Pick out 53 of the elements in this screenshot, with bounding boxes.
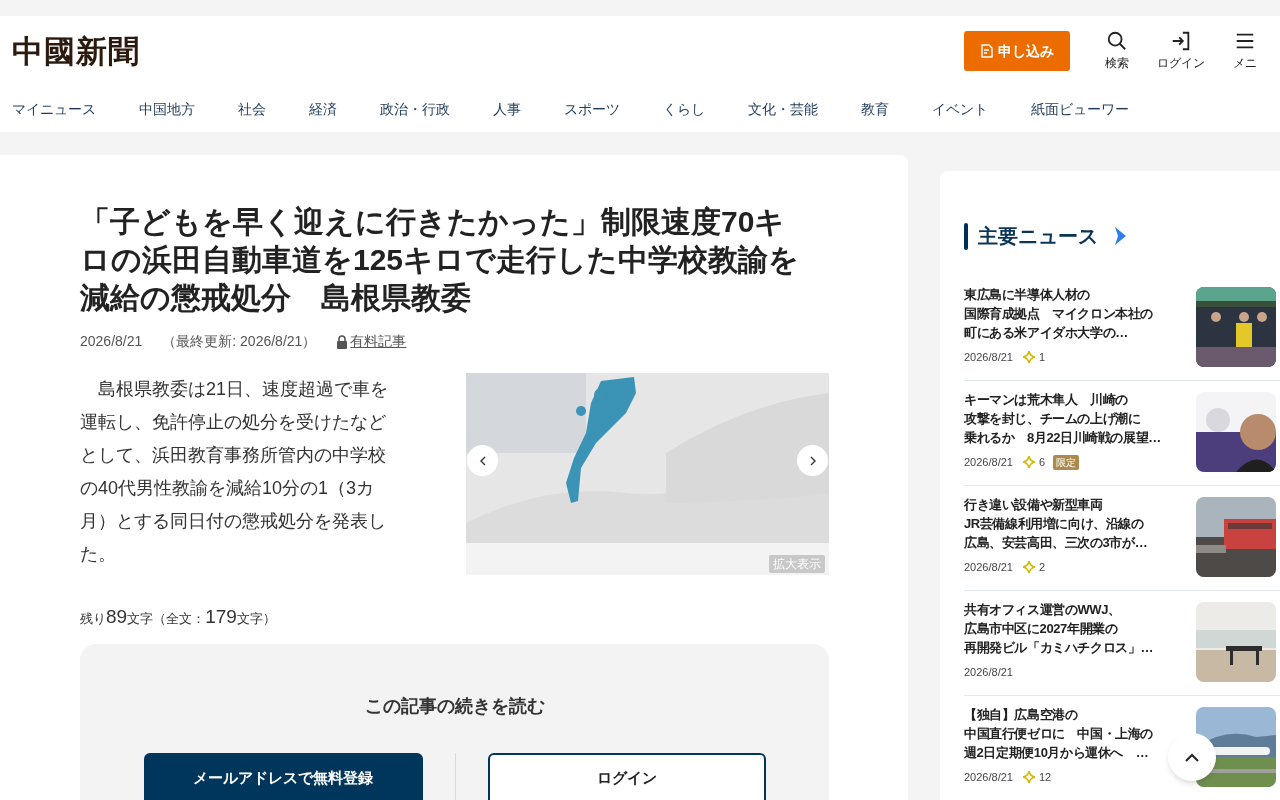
reaction-count: 12 xyxy=(1038,770,1052,785)
nav-link[interactable]: 人事 xyxy=(493,98,521,120)
login-button[interactable]: ログイン xyxy=(1152,30,1210,72)
sparkle-icon xyxy=(1022,351,1035,364)
remaining-characters: 残り 89文字（全文：179文字） xyxy=(80,605,277,629)
nav-link[interactable]: 中国地方 xyxy=(139,98,195,120)
reaction-count: 6 xyxy=(1038,455,1046,470)
nav-link[interactable]: 政治・行政 xyxy=(380,98,450,120)
nav-link[interactable]: 紙面ビューワー xyxy=(1031,98,1129,120)
news-date: 2026/8/21 xyxy=(964,560,1013,575)
triangle-right-icon xyxy=(1114,227,1126,245)
sparkle-icon xyxy=(1022,561,1035,574)
news-headline[interactable]: 共有オフィス運営のWWJ、 広島市中区に2027年開業の 再開発ビル「カミハチクロス」… xyxy=(964,600,1153,657)
form-icon xyxy=(980,44,994,58)
chevron-left-icon xyxy=(478,455,487,466)
nav-link[interactable]: スポーツ xyxy=(564,98,620,120)
search-button[interactable]: 検索 xyxy=(1088,30,1146,72)
article-headline: 「子どもを早く迎えに行きたかった」制限速度70キロの浜田自動車道を125キロで走行した中学校教諭を減給の懲戒処分 島根県教委 xyxy=(80,204,801,316)
limited-badge: 限定 xyxy=(1053,454,1080,470)
chevron-right-icon xyxy=(808,455,817,466)
search-icon xyxy=(1106,30,1128,52)
login-icon xyxy=(1170,30,1192,52)
paid-article-link[interactable]: 有料記事 xyxy=(350,331,407,352)
news-headline[interactable]: 東広島に半導体人材の 国際育成拠点 マイクロン本社の 町にある米アイダホ大学の… xyxy=(964,285,1153,342)
nav-link[interactable]: 文化・芸能 xyxy=(748,98,818,120)
reaction-count: 2 xyxy=(1038,560,1046,575)
nav-link[interactable]: くらし xyxy=(663,98,705,120)
news-headline[interactable]: 行き違い設備や新型車両 JR芸備線利用増に向け、沿線の 広島、安芸高田、三次の3市が… xyxy=(964,495,1148,552)
news-date: 2026/8/21 xyxy=(964,455,1013,470)
news-date: 2026/8/21 xyxy=(964,665,1013,680)
lock-icon xyxy=(336,334,349,349)
section-title[interactable]: 主要ニュース xyxy=(978,221,1098,251)
chevron-up-icon xyxy=(1185,752,1199,762)
menu-button[interactable]: メニ xyxy=(1216,30,1274,72)
reaction-count: 1 xyxy=(1038,350,1046,365)
paywall-title: この記事の続きを読む xyxy=(364,694,545,718)
nav-link[interactable]: 社会 xyxy=(238,98,266,120)
publish-date: 2026/8/21 xyxy=(80,332,143,351)
nav-link[interactable]: マイニュース xyxy=(12,98,96,120)
nav-link[interactable]: 教育 xyxy=(861,98,889,120)
nav-link[interactable]: イベント xyxy=(932,98,988,120)
nav-link[interactable]: 経済 xyxy=(309,98,337,120)
article-body: 島根県教委は21日、速度超過で車を運転し、免許停止の処分を受けたなどとして、浜田教育事務所管内の中学校の40代男性教諭を減給10分の1（3カ月）とする同日付の懲戒処分を発表した。 xyxy=(80,378,390,566)
news-date: 2026/8/21 xyxy=(964,350,1013,365)
site-logo[interactable]: 中國新聞 xyxy=(12,27,140,75)
sparkle-icon xyxy=(1022,771,1035,784)
sparkle-icon xyxy=(1022,456,1035,469)
news-headline[interactable]: 【独自】広島空港の 中国直行便ゼロに 中国・上海の 週2日定期便10月から運休へ … xyxy=(964,705,1153,762)
news-headline[interactable]: キーマンは荒木隼人 川崎の 攻撃を封じ、チームの上げ潮に 乗れるか 8月22日川崎戦の展望… xyxy=(964,390,1161,447)
register-button[interactable]: メールアドレスで無料登録 xyxy=(143,752,423,800)
news-date: 2026/8/21 xyxy=(964,770,1013,785)
updated-date: （最終更新: 2026/8/21） xyxy=(162,332,317,351)
login-button[interactable]: ログイン xyxy=(487,752,766,800)
